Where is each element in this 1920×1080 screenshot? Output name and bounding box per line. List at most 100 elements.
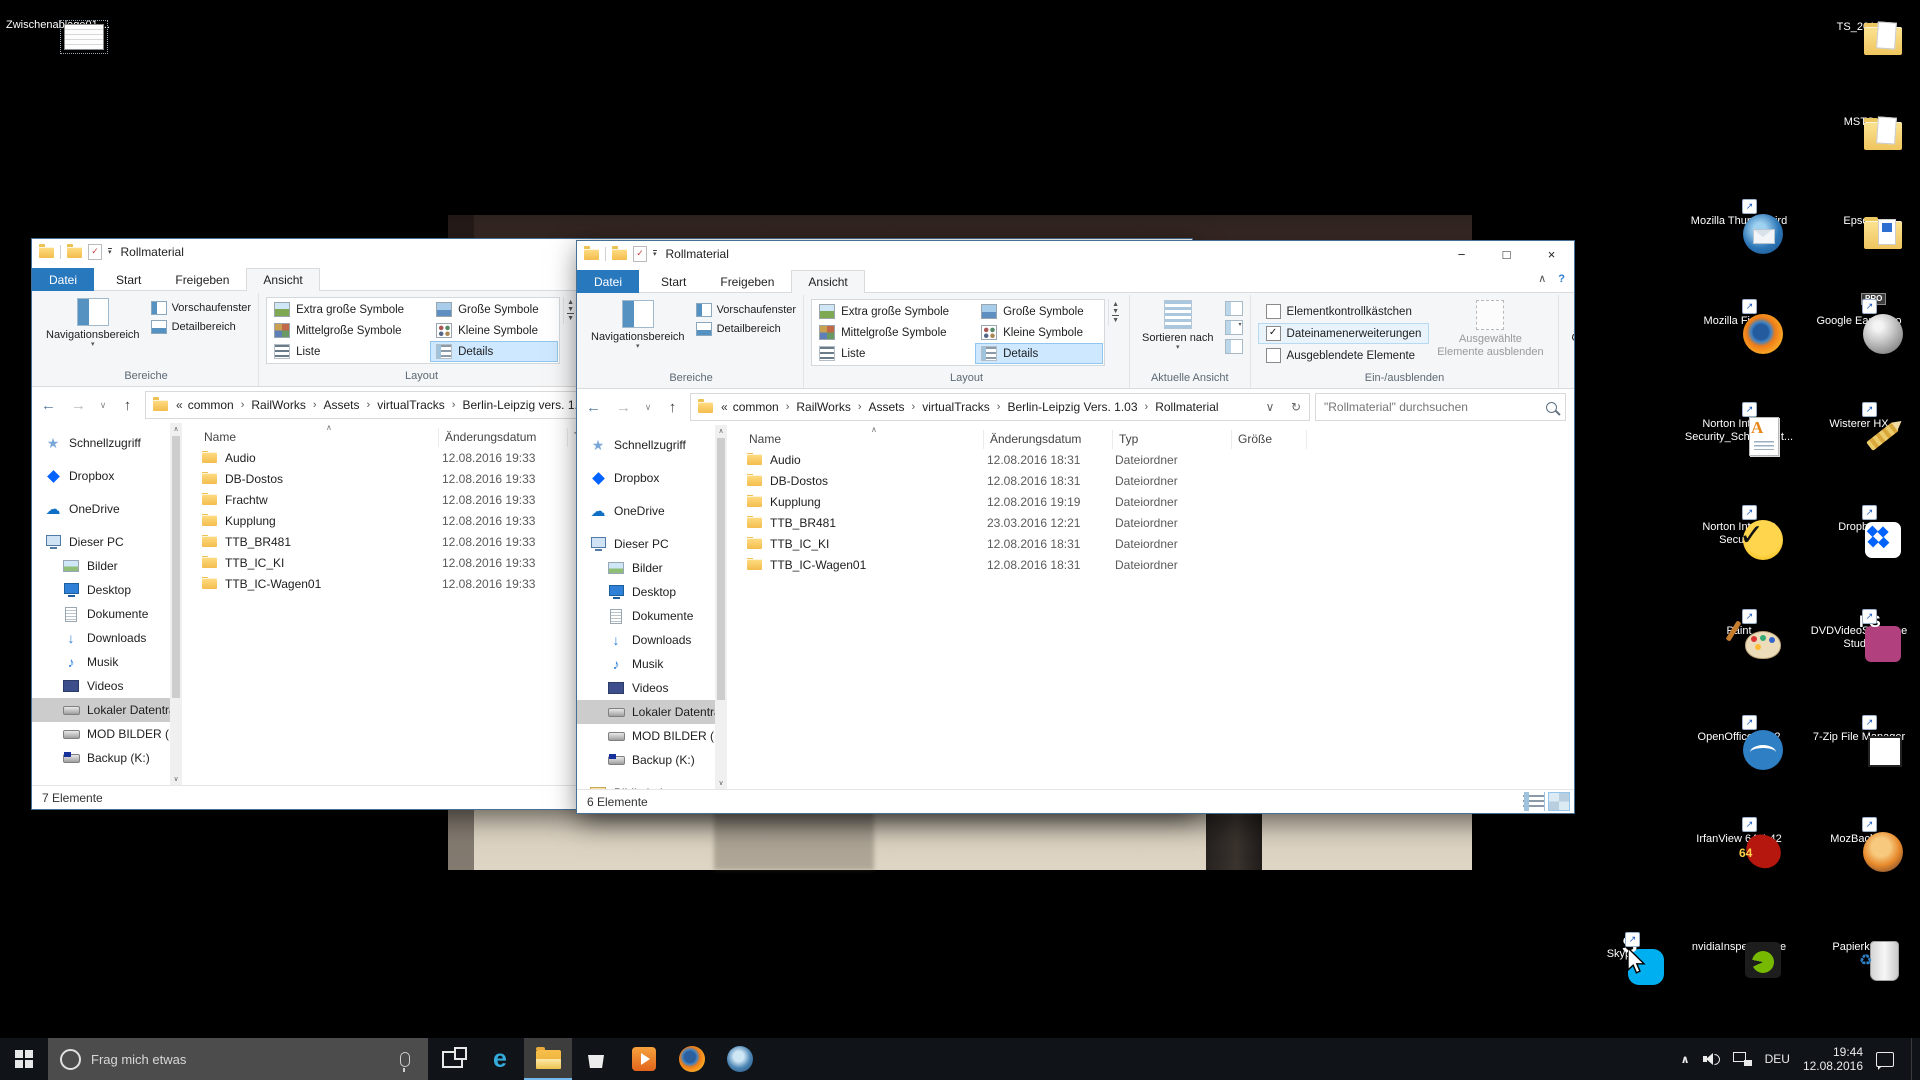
breadcrumb-separator-icon[interactable] xyxy=(237,399,249,411)
customize-quick-access-icon[interactable]: ▾ xyxy=(108,248,112,256)
breadcrumb-item[interactable]: Assets xyxy=(321,398,363,412)
desktop-icon-nortonkey[interactable]: A Norton Internet Security_Schlüssel.t..… xyxy=(1683,415,1795,444)
layout-option-1[interactable]: Große Symbole xyxy=(430,299,558,320)
desktop-icon-skype[interactable]: S Skype xyxy=(1566,945,1678,961)
sidebar-item-backup[interactable]: Backup (K:) xyxy=(577,748,715,772)
column-header-name[interactable]: Name xyxy=(198,428,439,447)
breadcrumb-item[interactable]: RailWorks xyxy=(793,400,853,414)
gallery-up-icon[interactable]: ▲ xyxy=(567,299,574,306)
sidebar-item-downloads[interactable]: Downloads xyxy=(577,628,715,652)
new-folder-icon[interactable] xyxy=(612,249,627,260)
search-box[interactable]: "Rollmaterial" durchsuchen xyxy=(1315,393,1566,421)
layout-option-3[interactable]: Kleine Symbole xyxy=(975,322,1103,343)
desktop-icon-msts[interactable]: MSTS xyxy=(1803,113,1915,129)
clock[interactable]: 19:44 12.08.2016 xyxy=(1803,1045,1863,1073)
layout-option-5[interactable]: Details xyxy=(430,341,558,362)
size-all-columns-icon[interactable] xyxy=(1225,339,1243,354)
tab-start[interactable]: Start xyxy=(644,270,703,293)
breadcrumb-item[interactable]: Berlin-Leipzig Vers. 1.03 xyxy=(1004,400,1140,414)
file-row[interactable]: TTB_IC_KI 12.08.2016 18:31 Dateiordner xyxy=(743,533,1574,554)
ribbon-collapse-icon[interactable]: ∧ xyxy=(1538,272,1546,285)
file-row[interactable]: DB-Dostos 12.08.2016 18:31 Dateiordner xyxy=(743,470,1574,491)
sidebar-item-mod-bilder[interactable]: MOD BILDER (E:) xyxy=(32,722,170,746)
store-icon[interactable] xyxy=(572,1038,620,1080)
taskbar-search[interactable]: Frag mich etwas xyxy=(48,1038,428,1080)
desktop-icon-norton[interactable]: ✓ Norton Internet Security xyxy=(1683,518,1795,547)
layout-option-4[interactable]: Liste xyxy=(268,341,428,362)
desktop-icon-googleearth[interactable]: PRO Google Earth Pro xyxy=(1803,312,1915,328)
sidebar-item-dokumente[interactable]: Dokumente xyxy=(577,604,715,628)
scrollbar-thumb[interactable] xyxy=(717,438,725,700)
properties-icon[interactable]: ✓ xyxy=(88,244,102,260)
add-columns-icon[interactable]: ▾ xyxy=(1225,320,1243,335)
sidebar-scrollbar[interactable]: ∧ ∨ xyxy=(715,425,727,789)
breadcrumb-item[interactable]: common xyxy=(730,400,782,414)
checkbox-row-0[interactable]: Elementkontrollkästchen xyxy=(1258,301,1430,322)
address-bar[interactable]: «commonRailWorksAssetsvirtualTracksBerli… xyxy=(690,393,1310,421)
breadcrumb-item[interactable]: Berlin-Leipzig vers. 1. xyxy=(459,398,580,412)
layout-option-0[interactable]: Extra große Symbole xyxy=(268,299,428,320)
thumbnails-view-toggle[interactable] xyxy=(1548,792,1570,811)
recent-locations-icon[interactable]: ∨ xyxy=(641,395,655,419)
desktop-icon-clipboard[interactable]: Zwischenablage01.... xyxy=(2,16,114,32)
sidebar-item-lokaler-datentraeger[interactable]: Lokaler Datenträ xyxy=(32,698,170,722)
edge-icon[interactable] xyxy=(476,1038,524,1080)
forward-button[interactable]: → xyxy=(611,395,636,419)
new-folder-icon[interactable] xyxy=(67,247,82,258)
sidebar-item-schnellzugriff[interactable]: Schnellzugriff xyxy=(577,433,715,457)
sidebar-scrollbar[interactable]: ∧ ∨ xyxy=(170,423,182,785)
desktop-icon-papierkorb[interactable]: ♻ Papierkorb xyxy=(1803,938,1915,954)
sidebar-item-schnellzugriff[interactable]: Schnellzugriff xyxy=(32,431,170,455)
breadcrumb-separator-icon[interactable] xyxy=(448,399,460,411)
breadcrumb-item[interactable]: common xyxy=(185,398,237,412)
desktop-icon-firefox[interactable]: Mozilla Firefox xyxy=(1683,312,1795,328)
titlebar[interactable]: ✓ ▾ Rollmaterial − □ × xyxy=(577,241,1574,267)
gallery-more-icon[interactable]: ▼ xyxy=(567,313,574,322)
gallery-down-icon[interactable]: ▼ xyxy=(1112,308,1119,315)
breadcrumb-item[interactable]: virtualTracks xyxy=(919,400,993,414)
layout-option-4[interactable]: Liste xyxy=(813,343,973,364)
hide-selected-button[interactable]: Ausgewählte Elemente ausblenden xyxy=(1429,297,1551,359)
sidebar-item-musik[interactable]: Musik xyxy=(32,650,170,674)
sidebar-item-dieser-pc[interactable]: Dieser PC xyxy=(32,530,170,554)
customize-quick-access-icon[interactable]: ▾ xyxy=(653,250,657,258)
sidebar-item-desktop[interactable]: Desktop xyxy=(577,580,715,604)
sidebar-item-lokaler-datentraeger[interactable]: Lokaler Datenträ xyxy=(577,700,715,724)
scroll-up-icon[interactable]: ∧ xyxy=(718,427,723,435)
breadcrumb-separator-icon[interactable] xyxy=(363,399,375,411)
layout-option-2[interactable]: Mittelgroße Symbole xyxy=(813,322,973,343)
navigation-pane-button[interactable]: Navigationsbereich▾ xyxy=(41,295,145,348)
desktop-icon-openoffice[interactable]: OpenOffice 4.1.2 xyxy=(1683,728,1795,744)
checkbox-row-1[interactable]: ✓ Dateinamenerweiterungen xyxy=(1258,323,1430,344)
gallery-more-icon[interactable]: ▼ xyxy=(1112,315,1119,324)
details-view-toggle[interactable] xyxy=(1523,792,1545,811)
gallery-up-icon[interactable]: ▲ xyxy=(1112,301,1119,308)
layout-option-0[interactable]: Extra große Symbole xyxy=(813,301,973,322)
layout-option-5[interactable]: Details xyxy=(975,343,1103,364)
column-header-date[interactable]: Änderungsdatum xyxy=(439,428,568,447)
up-button[interactable]: ↑ xyxy=(115,393,140,417)
options-button[interactable]: Optionen▾ xyxy=(1566,297,1574,351)
column-header-size[interactable]: Größe xyxy=(1232,430,1307,449)
sidebar-item-bilder[interactable]: Bilder xyxy=(577,556,715,580)
network-icon[interactable] xyxy=(1733,1052,1752,1066)
refresh-icon[interactable]: ↻ xyxy=(1286,400,1306,414)
sidebar-item-dieser-pc[interactable]: Dieser PC xyxy=(577,532,715,556)
back-button[interactable]: ← xyxy=(36,393,61,417)
navigation-pane-button[interactable]: Navigationsbereich▾ xyxy=(586,297,690,350)
layout-option-1[interactable]: Große Symbole xyxy=(975,301,1103,322)
file-row[interactable]: Audio 12.08.2016 18:31 Dateiordner xyxy=(743,449,1574,470)
tab-start[interactable]: Start xyxy=(99,268,158,291)
sidebar-item-downloads[interactable]: Downloads xyxy=(32,626,170,650)
layout-option-3[interactable]: Kleine Symbole xyxy=(430,320,558,341)
scroll-down-icon[interactable]: ∨ xyxy=(718,779,723,787)
back-button[interactable]: ← xyxy=(581,395,606,419)
breadcrumb-item[interactable]: Assets xyxy=(866,400,908,414)
properties-icon[interactable]: ✓ xyxy=(633,246,647,262)
desktop-icon-wisterer[interactable]: Wisterer HX xyxy=(1803,415,1915,431)
tab-ansicht[interactable]: Ansicht xyxy=(791,270,864,293)
sidebar-item-onedrive[interactable]: OneDrive xyxy=(32,497,170,521)
sidebar-item-videos[interactable]: Videos xyxy=(32,674,170,698)
tab-freigeben[interactable]: Freigeben xyxy=(703,270,791,293)
column-header-date[interactable]: Änderungsdatum xyxy=(984,430,1113,449)
